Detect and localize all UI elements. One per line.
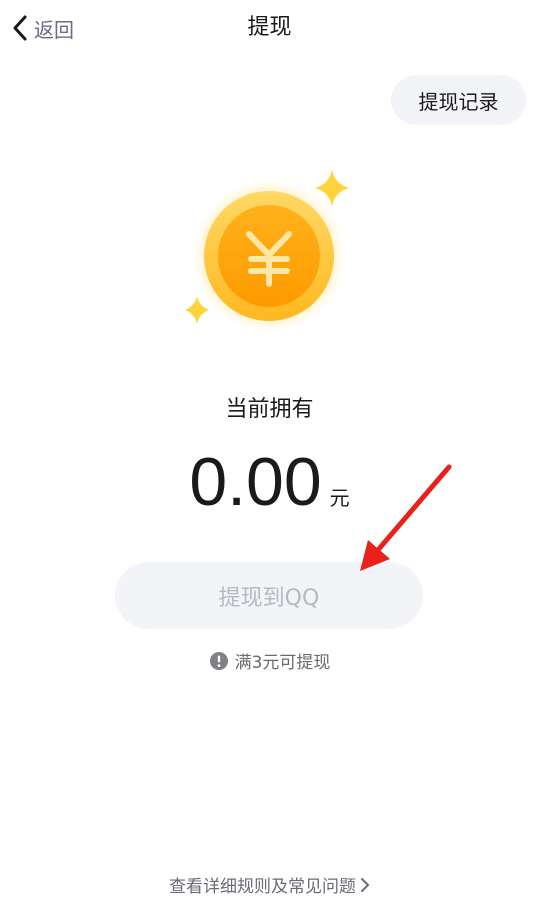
- balance-amount: 0.00: [189, 444, 322, 520]
- withdraw-records-button[interactable]: 提现记录: [391, 75, 526, 125]
- page-title: 提现: [247, 15, 292, 40]
- minimum-withdraw-hint: 满3元可提现: [0, 648, 539, 673]
- currency-unit: 元: [329, 486, 350, 510]
- rules-faq-link[interactable]: 查看详细规则及常见问题: [0, 872, 539, 897]
- hint-text: 满3元可提现: [234, 653, 331, 673]
- navigation-bar: 返回 提现: [0, 0, 539, 56]
- yuan-coin-icon: [185, 170, 349, 332]
- balance-amount-row: 0.00 元: [0, 440, 539, 524]
- withdraw-to-qq-button[interactable]: 提现到QQ: [115, 562, 423, 629]
- chevron-right-icon: [361, 877, 369, 892]
- exclamation-circle-icon: [209, 651, 228, 670]
- rules-faq-label: 查看详细规则及常见问题: [169, 877, 356, 897]
- balance-label: 当前拥有: [225, 397, 314, 422]
- coin-illustration: [175, 160, 375, 340]
